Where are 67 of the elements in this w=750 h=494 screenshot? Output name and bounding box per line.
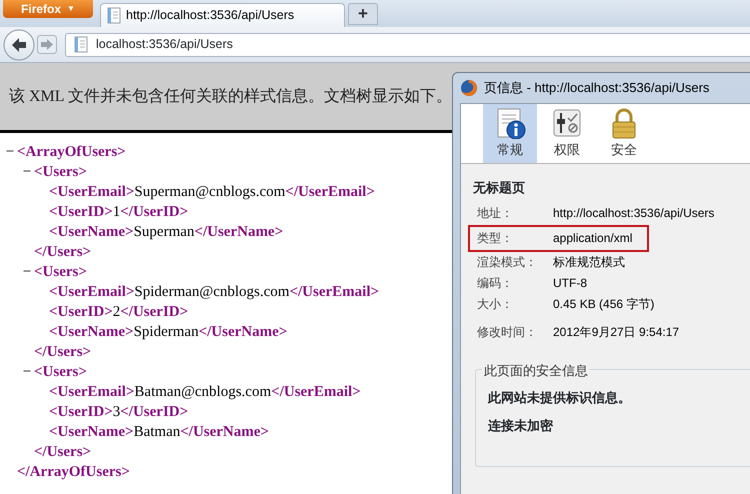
xml-notice-text: 该 XML 文件并未包含任何关联的样式信息。文档树显示如下。 bbox=[9, 86, 452, 106]
xml-open-tag: <UserEmail> bbox=[49, 382, 134, 402]
collapse-toggle[interactable]: − bbox=[20, 262, 34, 282]
field-label: 大小： bbox=[477, 296, 514, 313]
browser-tab[interactable]: http://localhost:3536/api/Users bbox=[100, 3, 345, 27]
xml-open-tag: <UserID> bbox=[49, 402, 113, 422]
field-value: 0.45 KB (456 字节) bbox=[553, 296, 654, 313]
xml-close-tag: </UserID> bbox=[120, 402, 188, 422]
xml-close-tag: </UserName> bbox=[180, 422, 269, 442]
new-tab-button[interactable]: + bbox=[348, 3, 378, 25]
page-icon bbox=[74, 36, 88, 53]
xml-open-tag: <Users> bbox=[34, 362, 87, 382]
xml-close-tag: </UserEmail> bbox=[289, 282, 380, 302]
xml-close-tag: </UserName> bbox=[194, 222, 284, 242]
xml-close-tag: </Users> bbox=[34, 342, 92, 362]
window-title: 页信息 - http://localhost:3536/api/Users bbox=[484, 79, 710, 98]
security-message: 此网站未提供标识信息。 bbox=[488, 388, 632, 406]
page-icon bbox=[107, 7, 121, 24]
xml-close-tag: </ArrayOfUsers> bbox=[17, 462, 130, 482]
info-tab[interactable]: 安全 bbox=[597, 104, 651, 163]
xml-value: Superman bbox=[134, 223, 194, 242]
slider-check-icon bbox=[551, 107, 583, 140]
xml-close-tag: </UserID> bbox=[120, 202, 188, 222]
xml-value: Superman@cnblogs.com bbox=[134, 183, 286, 202]
field-value: http://localhost:3536/api/Users bbox=[553, 205, 714, 222]
xml-open-tag: <UserName> bbox=[49, 222, 134, 242]
xml-open-tag: <UserID> bbox=[49, 202, 113, 222]
xml-value: 1 bbox=[112, 203, 120, 222]
security-message: 连接未加密 bbox=[488, 417, 554, 435]
collapse-toggle[interactable]: − bbox=[20, 362, 34, 382]
xml-open-tag: <UserName> bbox=[49, 322, 134, 342]
field-value: application/xml bbox=[553, 230, 632, 247]
xml-open-tag: <Users> bbox=[34, 162, 87, 182]
field-value: UTF-8 bbox=[553, 275, 587, 292]
field-value: 2012年9月27日 9:54:17 bbox=[553, 324, 680, 341]
globe-fox-icon bbox=[460, 79, 478, 97]
xml-close-tag: </UserID> bbox=[120, 302, 188, 322]
field-value: 标准规范模式 bbox=[553, 254, 625, 271]
xml-close-tag: </Users> bbox=[34, 242, 92, 262]
info-tab[interactable]: 常规 bbox=[483, 104, 537, 163]
xml-close-tag: </UserEmail> bbox=[285, 182, 375, 202]
xml-value: Batman bbox=[134, 423, 180, 442]
xml-open-tag: <UserEmail> bbox=[49, 282, 134, 302]
field-label: 类型： bbox=[477, 230, 514, 247]
xml-close-tag: </UserName> bbox=[198, 322, 288, 342]
xml-open-tag: <UserName> bbox=[49, 422, 134, 442]
xml-open-tag: <ArrayOfUsers> bbox=[17, 142, 126, 162]
xml-value: Batman@cnblogs.com bbox=[134, 383, 272, 402]
collapse-toggle[interactable]: − bbox=[3, 142, 17, 162]
back-button-icon[interactable] bbox=[3, 28, 35, 60]
field-label: 编码： bbox=[477, 275, 514, 292]
xml-value: Spiderman@cnblogs.com bbox=[134, 283, 290, 302]
xml-value: 2 bbox=[112, 303, 120, 322]
page-title-heading: 无标题页 bbox=[473, 179, 526, 197]
xml-open-tag: <Users> bbox=[34, 262, 87, 282]
xml-value: Spiderman bbox=[134, 323, 199, 342]
address-field[interactable]: localhost:3536/api/Users bbox=[65, 32, 750, 56]
field-label: 地址： bbox=[477, 205, 514, 222]
xml-close-tag: </UserEmail> bbox=[271, 382, 361, 402]
field-label: 修改时间： bbox=[477, 324, 538, 341]
field-label: 渲染模式： bbox=[477, 254, 538, 271]
xml-value: 3 bbox=[112, 403, 120, 422]
xml-close-tag: </Users> bbox=[34, 442, 92, 462]
xml-open-tag: <UserEmail> bbox=[49, 182, 134, 202]
info-tab[interactable]: 权限 bbox=[540, 104, 594, 163]
xml-open-tag: <UserID> bbox=[49, 302, 113, 322]
collapse-toggle[interactable]: − bbox=[20, 162, 34, 182]
